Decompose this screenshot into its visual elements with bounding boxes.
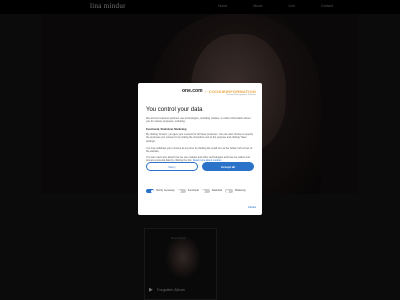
toggle-functional[interactable]: Functional: [177, 188, 199, 193]
toggle-label: Marketing: [235, 188, 246, 192]
toggle-label: Statistical: [211, 188, 222, 192]
switch-marketing[interactable]: [225, 189, 233, 193]
switch-strictly-necessary[interactable]: [146, 189, 154, 193]
dialog-title: You control your data: [146, 107, 203, 113]
cookieinformation-logo: COOKIEINFORMATION: [208, 88, 256, 94]
consent-toggles: Strictly necessary Functional Statistica…: [146, 189, 246, 193]
dialog-withdraw: You may withdraw your consent at any tim…: [146, 147, 253, 154]
accept-all-button[interactable]: Accept all: [202, 162, 254, 171]
cookie-consent-dialog: one.com + COOKIEINFORMATION Consent Mana…: [138, 83, 262, 215]
onecom-logo: one.com: [181, 88, 203, 94]
dialog-purposes: Functional, Statistical, Marketing: [146, 128, 187, 131]
toggle-strictly-necessary[interactable]: Strictly necessary: [146, 189, 175, 193]
switch-functional[interactable]: [177, 189, 186, 193]
logo-subtitle: Consent Management Platform: [225, 94, 256, 96]
toggle-label: Strictly necessary: [156, 188, 175, 192]
toggle-label: Functional: [187, 188, 199, 192]
deny-button[interactable]: Deny: [146, 162, 198, 171]
details-link[interactable]: Details: [248, 206, 256, 209]
toggle-statistical[interactable]: Statistical: [201, 188, 222, 193]
dialog-intro: We and our business partners use technol…: [146, 117, 251, 124]
logo-plus: +: [204, 88, 207, 94]
dialog-body: By clicking 'Accept', you give your cons…: [146, 133, 253, 143]
toggle-marketing[interactable]: Marketing: [225, 189, 246, 193]
switch-statistical[interactable]: [201, 189, 210, 193]
